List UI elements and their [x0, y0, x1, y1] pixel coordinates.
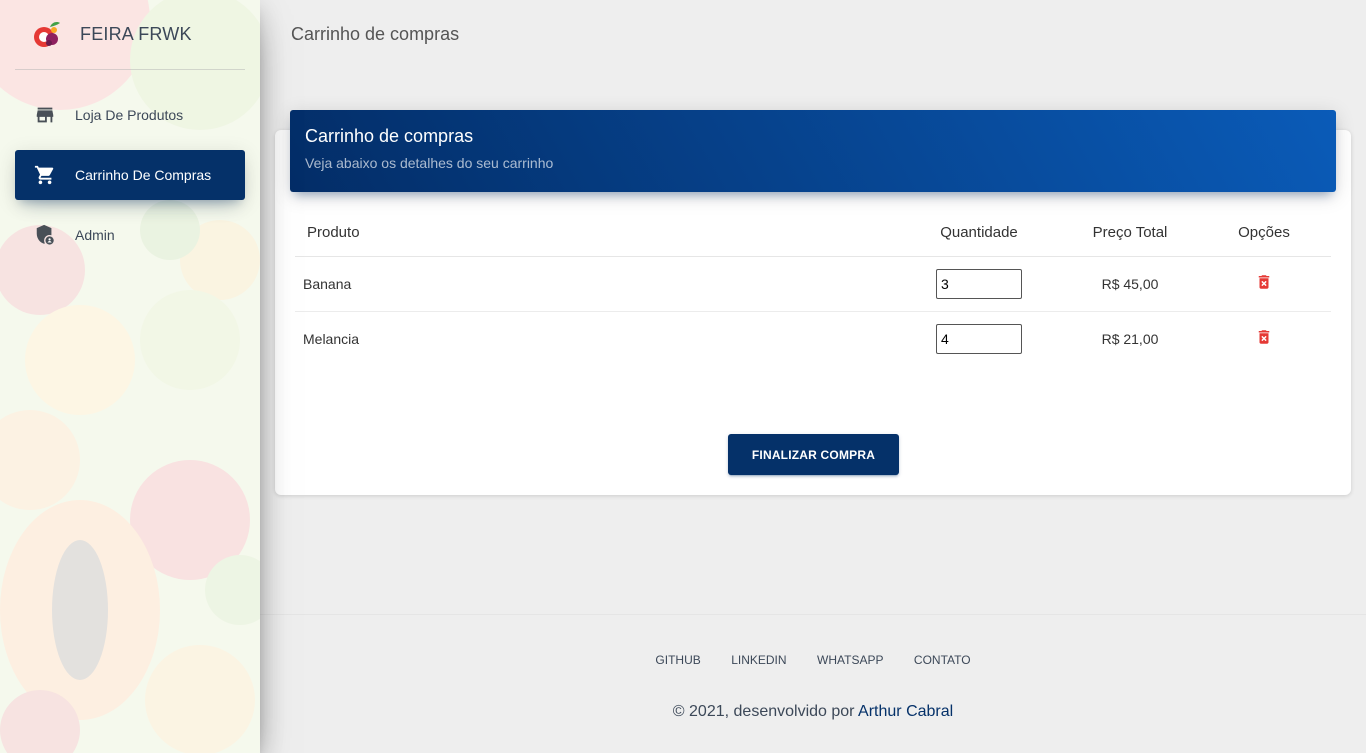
trash-icon [1258, 275, 1270, 289]
sidebar-item-carrinho-de-compras[interactable]: Carrinho De Compras [15, 150, 245, 200]
table-header-row: Produto Quantidade Preço Total Opções [295, 210, 1331, 257]
cart-card: Carrinho de compras Veja abaixo os detal… [275, 110, 1351, 495]
fruit-logo-icon [34, 21, 60, 47]
quantity-cell [895, 256, 1063, 312]
footer-link-whatsapp[interactable]: WHATSAPP [817, 653, 883, 667]
quantity-cell [895, 311, 1063, 366]
copyright-text: © 2021, desenvolvido por [672, 703, 855, 720]
sidebar-nav: Loja De Produtos Carrinho De Compras Adm… [0, 90, 260, 260]
cart-table: Produto Quantidade Preço Total Opções Ba… [295, 210, 1331, 366]
main-content: Carrinho de compras Carrinho de compras … [260, 0, 1366, 753]
footer-link-contato[interactable]: CONTATO [914, 653, 971, 667]
table-row: Banana R$ 45,00 [295, 256, 1331, 312]
footer-link-linkedin[interactable]: LINKEDIN [731, 653, 786, 667]
shopping-cart-icon [33, 163, 57, 187]
sidebar-item-label: Loja De Produtos [75, 107, 184, 123]
store-icon [33, 103, 57, 127]
delete-item-button[interactable] [1255, 328, 1273, 346]
page-title: Carrinho de compras [291, 24, 460, 44]
quantity-input[interactable] [936, 323, 1022, 354]
product-name: Melancia [303, 330, 360, 347]
price-total: R$ 45,00 [1063, 256, 1197, 312]
sidebar-item-label: Carrinho De Compras [75, 167, 212, 183]
admin-shield-icon [33, 223, 57, 247]
card-header: Carrinho de compras Veja abaixo os detal… [290, 110, 1336, 192]
footer-copyright: © 2021, desenvolvido por Arthur Cabral [260, 703, 1366, 721]
author-link[interactable]: Arthur Cabral [858, 703, 953, 720]
product-name: Banana [295, 256, 895, 312]
card-title: Carrinho de compras [305, 126, 474, 146]
sidebar-item-label: Admin [75, 227, 115, 243]
footer-links: GITHUB LINKEDIN WHATSAPP CONTATO [260, 651, 1366, 669]
column-header-quantity: Quantidade [895, 210, 1063, 257]
card-subtitle: Veja abaixo os detalhes do seu carrinho [305, 155, 554, 171]
options-cell [1197, 311, 1331, 366]
delete-item-button[interactable] [1255, 273, 1273, 291]
sidebar-item-loja-de-produtos[interactable]: Loja De Produtos [15, 90, 245, 140]
column-header-options: Opções [1197, 210, 1331, 257]
quantity-input[interactable] [936, 268, 1022, 299]
options-cell [1197, 256, 1331, 312]
trash-icon [1258, 330, 1270, 344]
table-row: Melancia R$ 21,00 [295, 311, 1331, 366]
brand-name: FEIRA FRWK [80, 24, 192, 44]
footer-link-github[interactable]: GITHUB [655, 653, 700, 667]
footer: GITHUB LINKEDIN WHATSAPP CONTATO © 2021,… [260, 614, 1366, 753]
brand[interactable]: FEIRA FRWK [15, 0, 245, 70]
sidebar: FEIRA FRWK Loja De Produtos Carrinho De … [0, 0, 260, 753]
price-total: R$ 21,00 [1101, 330, 1159, 347]
column-header-total: Preço Total [1063, 210, 1197, 257]
sidebar-item-admin[interactable]: Admin [15, 210, 245, 260]
finalize-purchase-button[interactable]: FINALIZAR COMPRA [728, 434, 899, 475]
column-header-product: Produto [295, 210, 895, 257]
